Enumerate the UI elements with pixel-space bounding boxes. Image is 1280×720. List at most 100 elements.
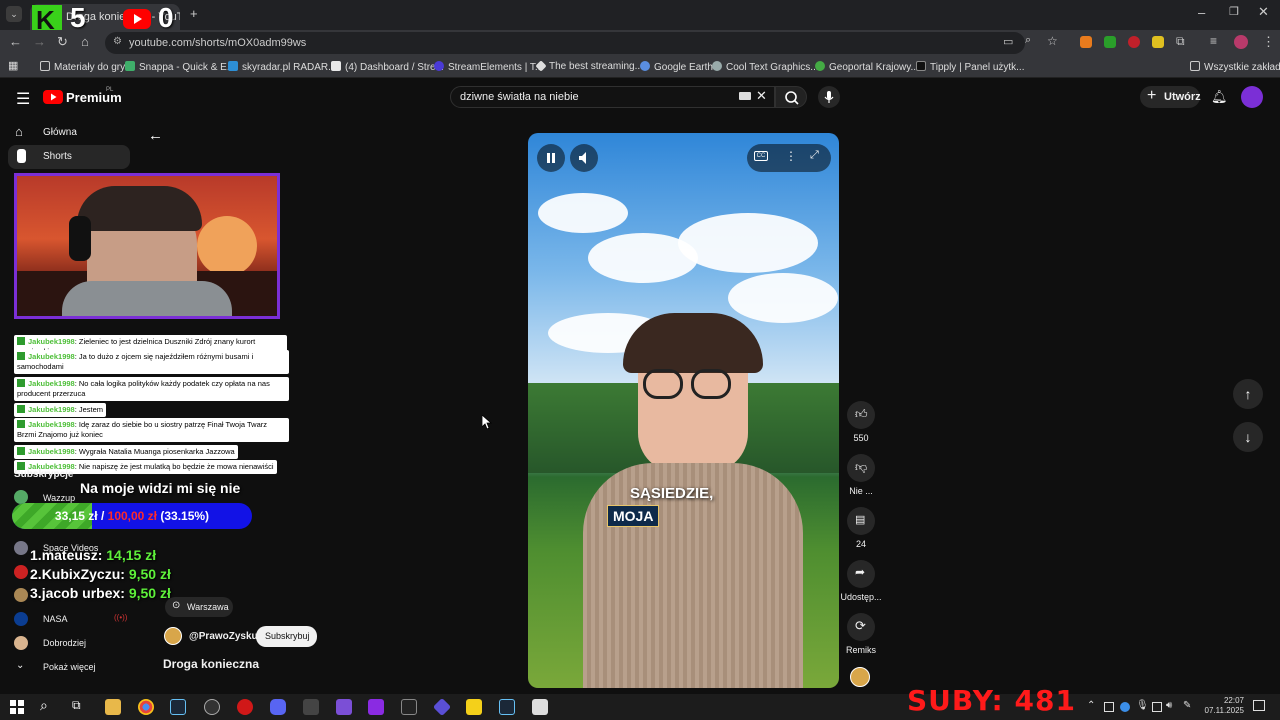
create-button[interactable]: + Utwórz: [1140, 86, 1201, 108]
tray-app-icon[interactable]: [1104, 702, 1114, 712]
visual-studio-icon[interactable]: [336, 699, 352, 715]
clapper-icon[interactable]: [368, 699, 384, 715]
extension-icon[interactable]: [1104, 36, 1116, 48]
cast-icon[interactable]: ▭: [1003, 35, 1013, 48]
profile-avatar[interactable]: [1234, 35, 1248, 49]
chat-badge-icon: [17, 447, 25, 455]
back-icon[interactable]: ←: [9, 34, 22, 49]
bookmark-item[interactable]: The best streaming...: [535, 60, 643, 72]
site-info-icon[interactable]: ⚙: [113, 36, 122, 47]
like-button[interactable]: 👍︎: [847, 401, 875, 429]
browser-menu-icon[interactable]: ⋮: [1262, 34, 1275, 50]
bookmark-item[interactable]: Materiały do gry: [40, 61, 125, 73]
captions-icon[interactable]: CC: [754, 151, 768, 161]
forward-icon[interactable]: →: [33, 34, 46, 49]
apps-grid-icon[interactable]: ▦: [8, 59, 18, 72]
reading-list-icon[interactable]: ≡: [1210, 34, 1217, 48]
system-clock[interactable]: 22:07 07.11.2025: [1200, 696, 1244, 716]
microphone-tray-icon[interactable]: 🎙︎: [1136, 700, 1149, 711]
volume-tray-icon[interactable]: 🔊︎: [1166, 700, 1172, 711]
search-button[interactable]: [775, 86, 807, 108]
task-view-icon[interactable]: ⧉: [72, 698, 81, 713]
tray-chevron-icon[interactable]: ⌃: [1087, 700, 1095, 711]
bookmark-item[interactable]: Snappa - Quick & E...: [125, 61, 235, 73]
bookmark-item[interactable]: Google Earth: [640, 61, 713, 73]
bookmark-star-icon[interactable]: ☆: [1047, 34, 1058, 48]
minimize-button[interactable]: –: [1198, 5, 1205, 20]
all-bookmarks[interactable]: Wszystkie zakładki: [1190, 61, 1280, 73]
search-query-text: dziwne światła na niebie: [460, 91, 579, 103]
hamburger-menu-icon[interactable]: ☰: [16, 89, 30, 109]
zoom-icon[interactable]: ⌕: [1025, 34, 1031, 47]
sound-source-avatar[interactable]: [850, 667, 870, 687]
notifications-bell-icon[interactable]: 🔔︎: [1211, 89, 1228, 105]
steam-icon[interactable]: [170, 699, 186, 715]
pen-icon[interactable]: ✎: [1183, 700, 1191, 711]
sub-channel-label[interactable]: NASA: [43, 614, 68, 624]
sub-channel-label[interactable]: Dobrodziej: [43, 638, 86, 648]
remix-button[interactable]: ⟳: [847, 613, 875, 641]
sub-channel-label[interactable]: Wazzup: [43, 493, 75, 503]
nav-home[interactable]: ⌂ Główna: [8, 121, 130, 145]
extension-icon[interactable]: [1080, 36, 1092, 48]
bookmark-item[interactable]: Geoportal Krajowy...: [815, 61, 919, 73]
steam-icon[interactable]: [499, 699, 515, 715]
short-video-player[interactable]: SĄSIEDZIE, MOJA CC ⋮ ⤢: [528, 133, 839, 688]
gamepad-icon[interactable]: [303, 699, 319, 715]
extensions-puzzle-icon[interactable]: ⧉: [1176, 34, 1185, 49]
extension-icon[interactable]: [1152, 36, 1164, 48]
tab-menu-button[interactable]: ⌄: [6, 6, 22, 22]
comments-button[interactable]: ▤: [847, 507, 875, 535]
bookmark-item[interactable]: skyradar.pl RADAR...: [228, 61, 336, 73]
taskbar-search-icon[interactable]: ⌕: [40, 697, 48, 714]
extension-icon[interactable]: [1128, 36, 1140, 48]
subscribe-button[interactable]: Subskrybuj: [256, 626, 317, 647]
streamer-shirt: [62, 281, 232, 316]
obs-icon[interactable]: [204, 699, 220, 715]
url-text: youtube.com/shorts/mOX0adm99ws: [129, 37, 307, 49]
voice-search-button[interactable]: [818, 86, 840, 108]
pause-button[interactable]: [537, 144, 565, 172]
share-button[interactable]: ➦: [847, 560, 875, 588]
more-options-icon[interactable]: ⋮: [785, 149, 797, 163]
search-input[interactable]: dziwne światła na niebie ✕: [450, 86, 775, 108]
next-short-button[interactable]: ↓: [1233, 422, 1263, 452]
volume-button[interactable]: [570, 144, 598, 172]
bookmark-item[interactable]: Cool Text Graphics...: [712, 61, 819, 73]
opera-icon[interactable]: [237, 699, 253, 715]
bookmark-item[interactable]: (4) Dashboard / Stre...: [331, 61, 444, 73]
location-chip[interactable]: ⊙ Warszawa: [165, 597, 233, 617]
epic-games-icon[interactable]: [401, 699, 417, 715]
account-avatar[interactable]: [1241, 86, 1263, 108]
previous-short-button[interactable]: ↑: [1233, 379, 1263, 409]
start-button[interactable]: [10, 700, 24, 719]
channel-avatar[interactable]: [164, 627, 182, 645]
bookmark-item[interactable]: StreamElements | T...: [434, 61, 543, 73]
chrome-icon[interactable]: [138, 699, 154, 715]
network-icon[interactable]: [1152, 702, 1162, 712]
app-icon[interactable]: [532, 699, 548, 715]
file-explorer-icon[interactable]: [105, 699, 121, 715]
close-window-button[interactable]: ✕: [1258, 4, 1269, 20]
channel-handle[interactable]: @PrawoZysku: [189, 631, 258, 642]
tray-app-icon[interactable]: [1120, 702, 1130, 712]
subscriptions-heading[interactable]: Subskrypcje: [14, 469, 73, 480]
home-icon[interactable]: ⌂: [81, 34, 89, 49]
new-tab-button[interactable]: +: [190, 6, 198, 21]
back-arrow-icon[interactable]: ←: [148, 127, 163, 144]
show-more-link[interactable]: Pokaż więcej: [43, 662, 96, 672]
restore-button[interactable]: ❐: [1229, 5, 1239, 18]
clear-search-icon[interactable]: ✕: [756, 88, 767, 104]
discord-icon[interactable]: [270, 699, 286, 715]
channel-avatar: [14, 541, 28, 555]
youtube-logo-icon[interactable]: [43, 90, 63, 104]
reload-icon[interactable]: ↻: [57, 34, 68, 50]
fullscreen-icon[interactable]: ⤢: [810, 149, 819, 162]
sticky-notes-icon[interactable]: [466, 699, 482, 715]
notification-center-icon[interactable]: [1253, 700, 1265, 711]
dislike-button[interactable]: 👎︎: [847, 454, 875, 482]
keyboard-icon[interactable]: [739, 92, 751, 100]
nav-shorts[interactable]: Shorts: [8, 145, 130, 169]
bookmark-item[interactable]: Tipply | Panel użytk...: [916, 61, 1025, 73]
url-input[interactable]: ⚙ youtube.com/shorts/mOX0adm99ws: [105, 32, 1025, 54]
